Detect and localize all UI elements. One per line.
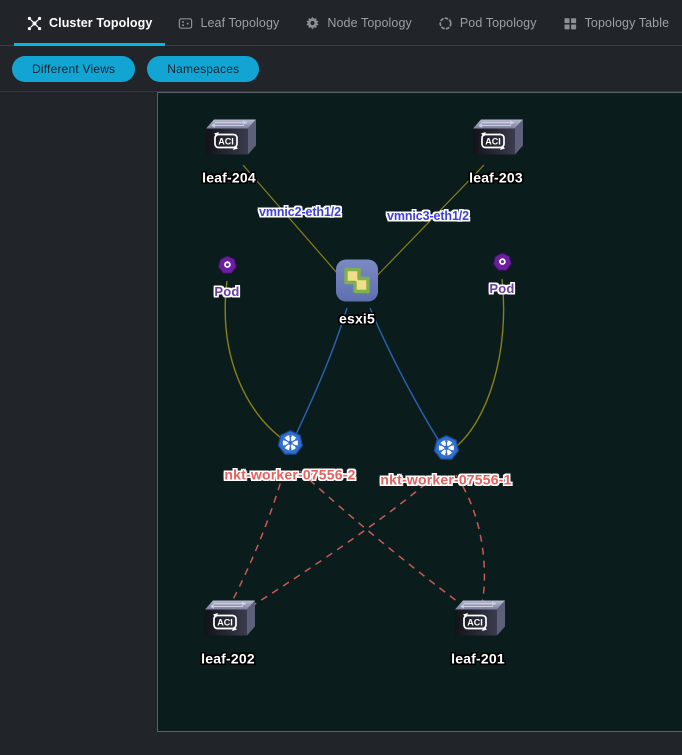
node-label: Pod xyxy=(489,281,515,296)
node-pod-right[interactable]: Pod xyxy=(489,252,514,296)
leaf-switch-icon xyxy=(178,16,193,31)
esxi-host-icon xyxy=(334,258,380,309)
node-leaf-203[interactable]: ACI leaf-203 xyxy=(465,115,527,186)
node-label: leaf-204 xyxy=(202,169,256,186)
aci-switch-icon: ACI xyxy=(198,115,260,168)
tab-label: Leaf Topology xyxy=(200,16,280,30)
node-label: nkt-worker-07556-2 xyxy=(224,466,356,483)
different-views-button[interactable]: Different Views xyxy=(12,56,136,82)
kubernetes-node-icon xyxy=(275,430,305,465)
aci-switch-icon: ACI xyxy=(447,596,509,649)
node-nkt-worker-07556-2[interactable]: nkt-worker-07556-2 xyxy=(224,430,355,483)
cluster-topology-app: Cluster Topology Leaf Topology Node Topo… xyxy=(0,0,682,755)
node-label: leaf-201 xyxy=(451,650,505,667)
tab-pod-topology[interactable]: Pod Topology xyxy=(425,0,550,46)
aci-switch-icon: ACI xyxy=(197,596,259,649)
svg-text:ACI: ACI xyxy=(467,618,483,628)
node-label: Pod xyxy=(214,284,240,299)
node-label: esxi5 xyxy=(338,310,376,327)
tab-label: Cluster Topology xyxy=(49,16,153,30)
tab-cluster-topology[interactable]: Cluster Topology xyxy=(14,0,166,46)
node-label: nkt-worker-07556-1 xyxy=(380,471,512,488)
topology-tab-bar: Cluster Topology Leaf Topology Node Topo… xyxy=(0,0,682,46)
namespaces-button[interactable]: Namespaces xyxy=(147,56,260,82)
edge-label-vmnic2: vmnic2-eth1/2 xyxy=(258,205,342,219)
pod-icon xyxy=(491,252,513,279)
edge-worker2-leaf202 xyxy=(225,470,285,614)
edge-worker2-leaf201 xyxy=(299,470,477,616)
node-leaf-204[interactable]: ACI leaf-204 xyxy=(198,115,260,186)
node-esxi5[interactable]: esxi5 xyxy=(334,258,380,327)
tab-label: Node Topology xyxy=(327,16,412,30)
node-leaf-202[interactable]: ACI leaf-202 xyxy=(197,596,259,667)
node-label: leaf-203 xyxy=(469,169,523,186)
tab-node-topology[interactable]: Node Topology xyxy=(292,0,424,46)
edge-worker1-leaf201 xyxy=(455,474,486,614)
aci-switch-icon: ACI xyxy=(465,115,527,168)
node-leaf-201[interactable]: ACI leaf-201 xyxy=(447,596,509,667)
edge-podright-worker1 xyxy=(452,278,505,450)
tab-topology-table[interactable]: Topology Table xyxy=(550,0,682,46)
kubernetes-node-icon xyxy=(431,435,461,470)
svg-text:ACI: ACI xyxy=(485,137,501,147)
edge-esxi5-worker1 xyxy=(369,307,445,450)
node-nkt-worker-07556-1[interactable]: nkt-worker-07556-1 xyxy=(380,435,511,488)
dotted-circle-icon xyxy=(438,16,453,31)
tab-label: Pod Topology xyxy=(459,16,537,30)
gear-icon xyxy=(305,16,320,31)
node-pod-left[interactable]: Pod xyxy=(214,255,239,299)
edge-label-vmnic3: vmnic3-eth1/2 xyxy=(386,209,470,223)
svg-text:ACI: ACI xyxy=(218,137,234,147)
filter-bar: Different Views Namespaces xyxy=(0,46,682,92)
pod-icon xyxy=(216,255,238,282)
node-label: leaf-202 xyxy=(201,650,255,667)
grid-icon xyxy=(563,16,578,31)
cluster-nodes-icon xyxy=(27,16,42,31)
tab-label: Topology Table xyxy=(584,16,670,30)
edge-podleft-worker2 xyxy=(224,280,289,444)
edge-esxi5-worker2 xyxy=(291,307,348,444)
svg-text:ACI: ACI xyxy=(217,618,233,628)
topology-canvas[interactable]: ACI leaf-204 ACI leaf-203 Pod Pod esxi5 … xyxy=(157,92,682,732)
tab-leaf-topology[interactable]: Leaf Topology xyxy=(165,0,292,46)
edge-worker1-leaf202 xyxy=(237,474,437,616)
